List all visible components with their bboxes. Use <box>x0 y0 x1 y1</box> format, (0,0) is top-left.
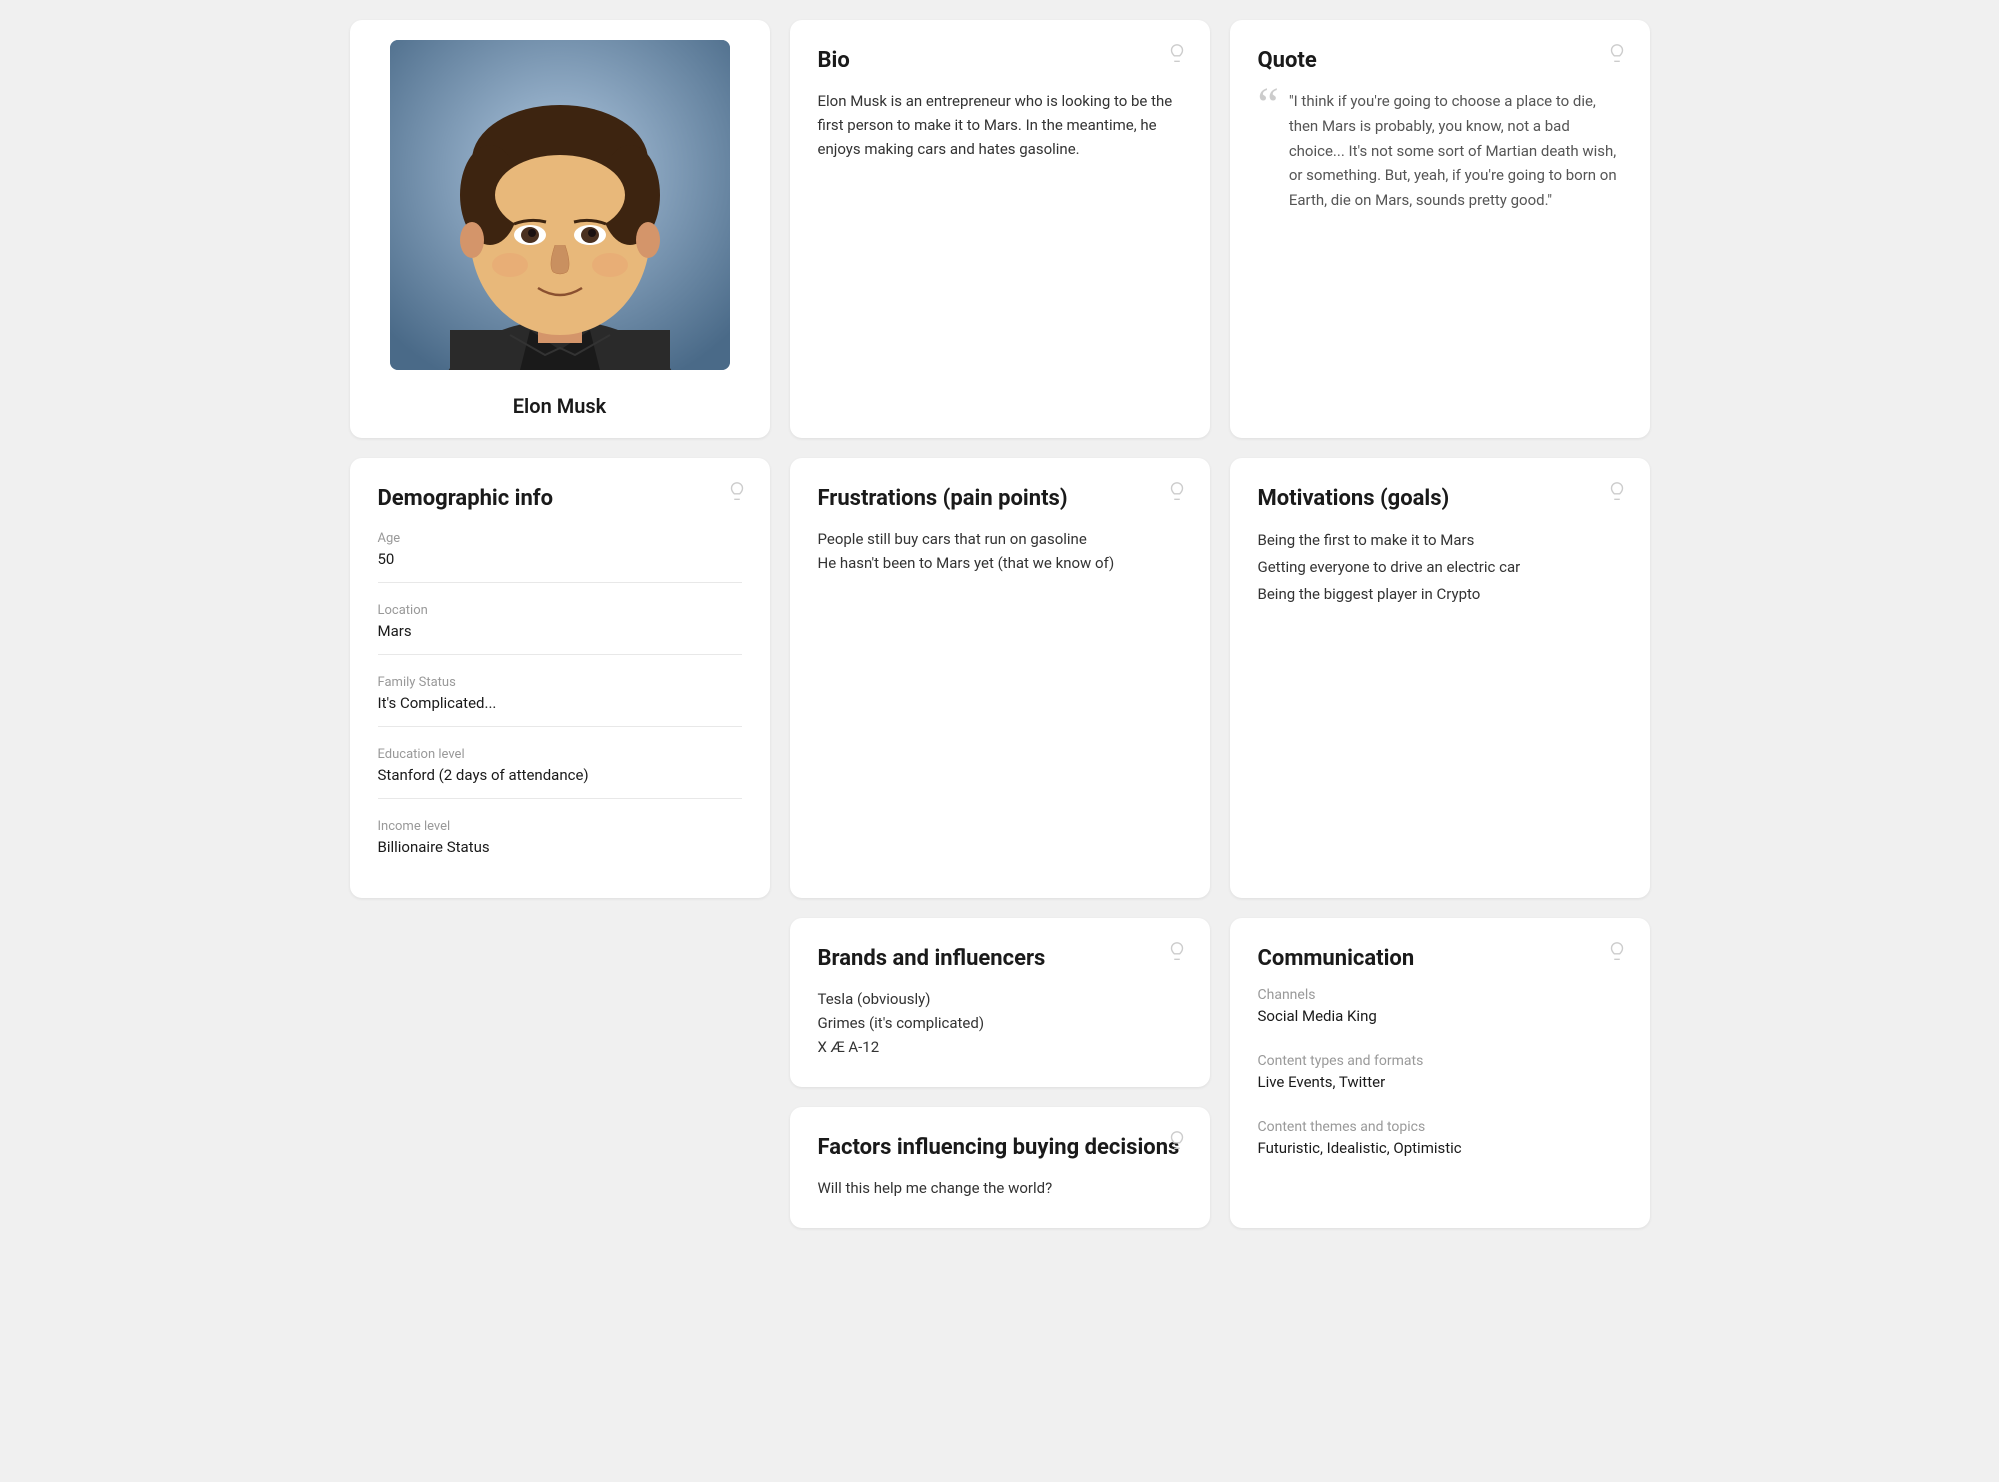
frustrations-title: Frustrations (pain points) <box>818 486 1182 511</box>
value-education: Stanford (2 days of attendance) <box>378 766 742 799</box>
motivations-list: Being the first to make it to Mars Getti… <box>1258 527 1622 608</box>
comm-value-1: Live Events, Twitter <box>1258 1073 1622 1103</box>
value-family: It's Complicated... <box>378 694 742 727</box>
quote-text: "I think if you're going to choose a pla… <box>1289 89 1622 213</box>
field-location: Location Mars <box>378 603 742 655</box>
label-family: Family Status <box>378 675 742 690</box>
lightbulb-icon-quote <box>1606 42 1628 64</box>
quote-title: Quote <box>1258 48 1622 73</box>
profile-image <box>390 40 730 370</box>
communication-title: Communication <box>1258 946 1622 971</box>
lightbulb-icon-motivations <box>1606 480 1628 502</box>
main-grid: Elon Musk Demographic info Age 50 Locati… <box>350 20 1650 1228</box>
profile-name: Elon Musk <box>513 394 606 418</box>
value-location: Mars <box>378 622 742 655</box>
lightbulb-icon-brands <box>1166 940 1188 962</box>
motivation-1: Getting everyone to drive an electric ca… <box>1258 554 1622 581</box>
comm-label-2: Content themes and topics <box>1258 1119 1622 1135</box>
demographic-title: Demographic info <box>378 486 742 511</box>
communication-sections: Channels Social Media King Content types… <box>1258 987 1622 1169</box>
field-family: Family Status It's Complicated... <box>378 675 742 727</box>
bio-title: Bio <box>818 48 1182 73</box>
frustrations-text: People still buy cars that run on gasoli… <box>818 527 1182 575</box>
label-age: Age <box>378 531 742 546</box>
quote-mark: “ <box>1258 81 1279 129</box>
lightbulb-icon-demographic <box>726 480 748 502</box>
profile-card: Elon Musk <box>350 20 770 438</box>
lightbulb-icon-frustrations <box>1166 480 1188 502</box>
comm-section-0: Channels Social Media King <box>1258 987 1622 1037</box>
motivation-0: Being the first to make it to Mars <box>1258 527 1622 554</box>
label-income: Income level <box>378 819 742 834</box>
comm-label-1: Content types and formats <box>1258 1053 1622 1069</box>
demographic-fields: Age 50 Location Mars Family Status It's … <box>378 531 742 870</box>
frustrations-card: Frustrations (pain points) People still … <box>790 458 1210 898</box>
brands-title: Brands and influencers <box>818 946 1182 971</box>
field-education: Education level Stanford (2 days of atte… <box>378 747 742 799</box>
motivations-card: Motivations (goals) Being the first to m… <box>1230 458 1650 898</box>
label-education: Education level <box>378 747 742 762</box>
comm-section-2: Content themes and topics Futuristic, Id… <box>1258 1119 1622 1169</box>
comm-section-1: Content types and formats Live Events, T… <box>1258 1053 1622 1103</box>
lightbulb-icon-factors <box>1166 1129 1188 1151</box>
factors-text: Will this help me change the world? <box>818 1176 1182 1200</box>
bio-text: Elon Musk is an entrepreneur who is look… <box>818 89 1182 161</box>
brands-card: Brands and influencers Tesla (obviously)… <box>790 918 1210 1087</box>
quote-content: “ "I think if you're going to choose a p… <box>1258 89 1622 213</box>
demographic-card: Demographic info Age 50 Location Mars Fa… <box>350 458 770 898</box>
comm-label-0: Channels <box>1258 987 1622 1003</box>
lightbulb-icon-communication <box>1606 940 1628 962</box>
lightbulb-icon-bio <box>1166 42 1188 64</box>
factors-title: Factors influencing buying decisions <box>818 1135 1182 1160</box>
communication-card: Communication Channels Social Media King… <box>1230 918 1650 1228</box>
brands-text: Tesla (obviously) Grimes (it's complicat… <box>818 987 1182 1059</box>
factors-card: Factors influencing buying decisions Wil… <box>790 1107 1210 1228</box>
label-location: Location <box>378 603 742 618</box>
comm-value-0: Social Media King <box>1258 1007 1622 1037</box>
field-income: Income level Billionaire Status <box>378 819 742 870</box>
field-age: Age 50 <box>378 531 742 583</box>
value-income: Billionaire Status <box>378 838 742 870</box>
motivations-title: Motivations (goals) <box>1258 486 1622 511</box>
motivation-2: Being the biggest player in Crypto <box>1258 581 1622 608</box>
quote-card: Quote “ "I think if you're going to choo… <box>1230 20 1650 438</box>
bio-card: Bio Elon Musk is an entrepreneur who is … <box>790 20 1210 438</box>
value-age: 50 <box>378 550 742 583</box>
comm-value-2: Futuristic, Idealistic, Optimistic <box>1258 1139 1622 1169</box>
